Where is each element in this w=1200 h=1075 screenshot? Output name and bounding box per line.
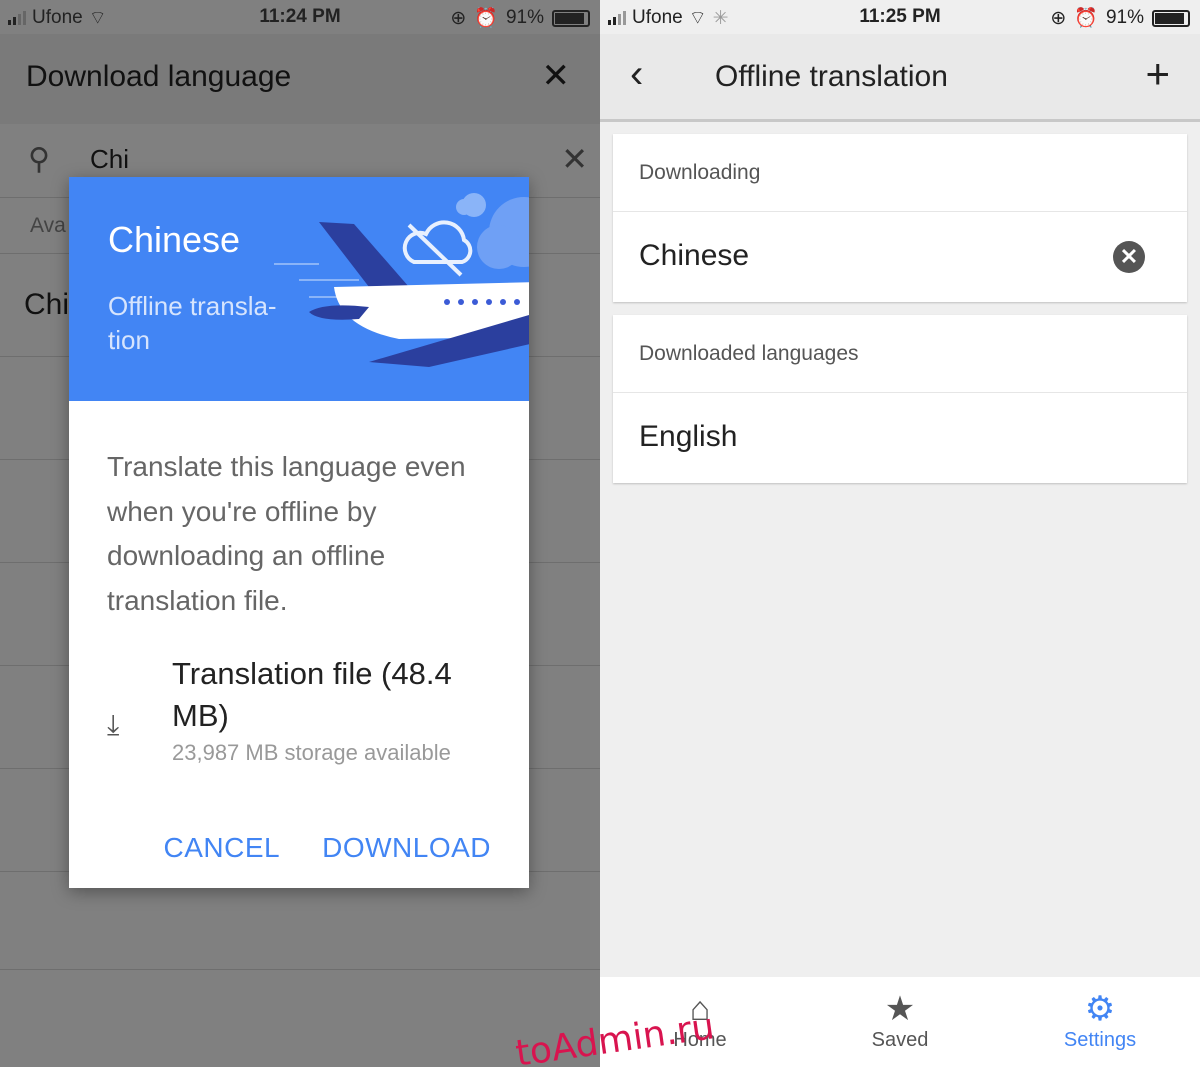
downloading-card: Downloading Chinese ✕: [613, 134, 1187, 302]
star-icon: ★: [884, 990, 916, 1028]
offline-translation-screen: Ufone ⌔ ✳ 11:25 PM ⊕ ⏰ 91% ‹ Offline transla…: [600, 0, 1200, 1067]
nav-label: Settings: [1063, 1029, 1137, 1051]
rotation-lock-icon: ⊕: [1050, 7, 1067, 29]
back-icon[interactable]: ‹: [630, 52, 643, 97]
battery-percent: 91%: [505, 7, 544, 28]
search-input[interactable]: Chi: [90, 144, 129, 175]
dialog-header: Chinese Offline transla- tion: [69, 177, 529, 401]
status-bar: Ufone ⌔ 11:24 PM ⊕ ⏰ 91%: [0, 0, 600, 34]
language-row: Chinese ✕: [613, 212, 1187, 302]
section-label: Ava: [30, 214, 66, 237]
page-title: Download language: [26, 60, 292, 93]
alarm-icon: ⏰: [474, 8, 498, 29]
search-icon: ⚲: [28, 143, 50, 176]
language-row[interactable]: English: [613, 393, 1187, 483]
download-icon: ⤓: [107, 709, 120, 740]
status-bar: Ufone ⌔ ✳ 11:25 PM ⊕ ⏰ 91%: [600, 0, 1200, 34]
download-dialog: Chinese Offline transla- tion Translate …: [69, 177, 529, 888]
battery-icon: [552, 9, 590, 27]
file-info: ⤓ Translation file (48.4 MB) 23,987 MB s…: [107, 653, 491, 803]
cancel-download-icon[interactable]: ✕: [1113, 241, 1145, 273]
storage-available: 23,987 MB storage available: [172, 740, 451, 765]
close-icon[interactable]: ✕: [542, 56, 571, 96]
page-title: Offline translation: [715, 60, 948, 93]
battery-percent: 91%: [1105, 7, 1144, 28]
gear-icon: ⚙: [1084, 990, 1116, 1028]
section-label: Downloading: [613, 134, 1187, 212]
app-header: ‹ Offline translation +: [600, 34, 1200, 122]
nav-label: Saved: [871, 1029, 929, 1051]
dialog-subtitle: Offline transla- tion: [108, 291, 277, 355]
nav-saved[interactable]: ★ Saved: [800, 977, 1000, 1067]
section-label: Downloaded languages: [613, 315, 1187, 393]
dialog-title: Chinese: [108, 219, 241, 260]
download-button[interactable]: DOWNLOAD: [322, 832, 491, 864]
rotation-lock-icon: ⊕: [450, 7, 467, 29]
file-name: Translation file (48.4 MB): [172, 656, 452, 733]
clear-search-icon[interactable]: ✕: [561, 140, 588, 178]
language-name: English: [639, 420, 738, 453]
cancel-button[interactable]: CANCEL: [164, 832, 281, 864]
downloaded-card: Downloaded languages English: [613, 315, 1187, 483]
add-icon[interactable]: +: [1145, 50, 1170, 98]
alarm-icon: ⏰: [1074, 8, 1098, 29]
dialog-description: Translate this language even when you're…: [107, 451, 466, 616]
language-name: Chinese: [639, 239, 750, 272]
language-name: Chi: [24, 288, 70, 321]
download-language-screen: Ufone ⌔ 11:24 PM ⊕ ⏰ 91% Download language …: [0, 0, 600, 1067]
nav-settings[interactable]: ⚙ Settings: [1000, 977, 1200, 1067]
app-header: Download language ✕: [0, 34, 600, 124]
dialog-body: Translate this language even when you're…: [69, 401, 529, 803]
battery-icon: [1152, 9, 1190, 27]
